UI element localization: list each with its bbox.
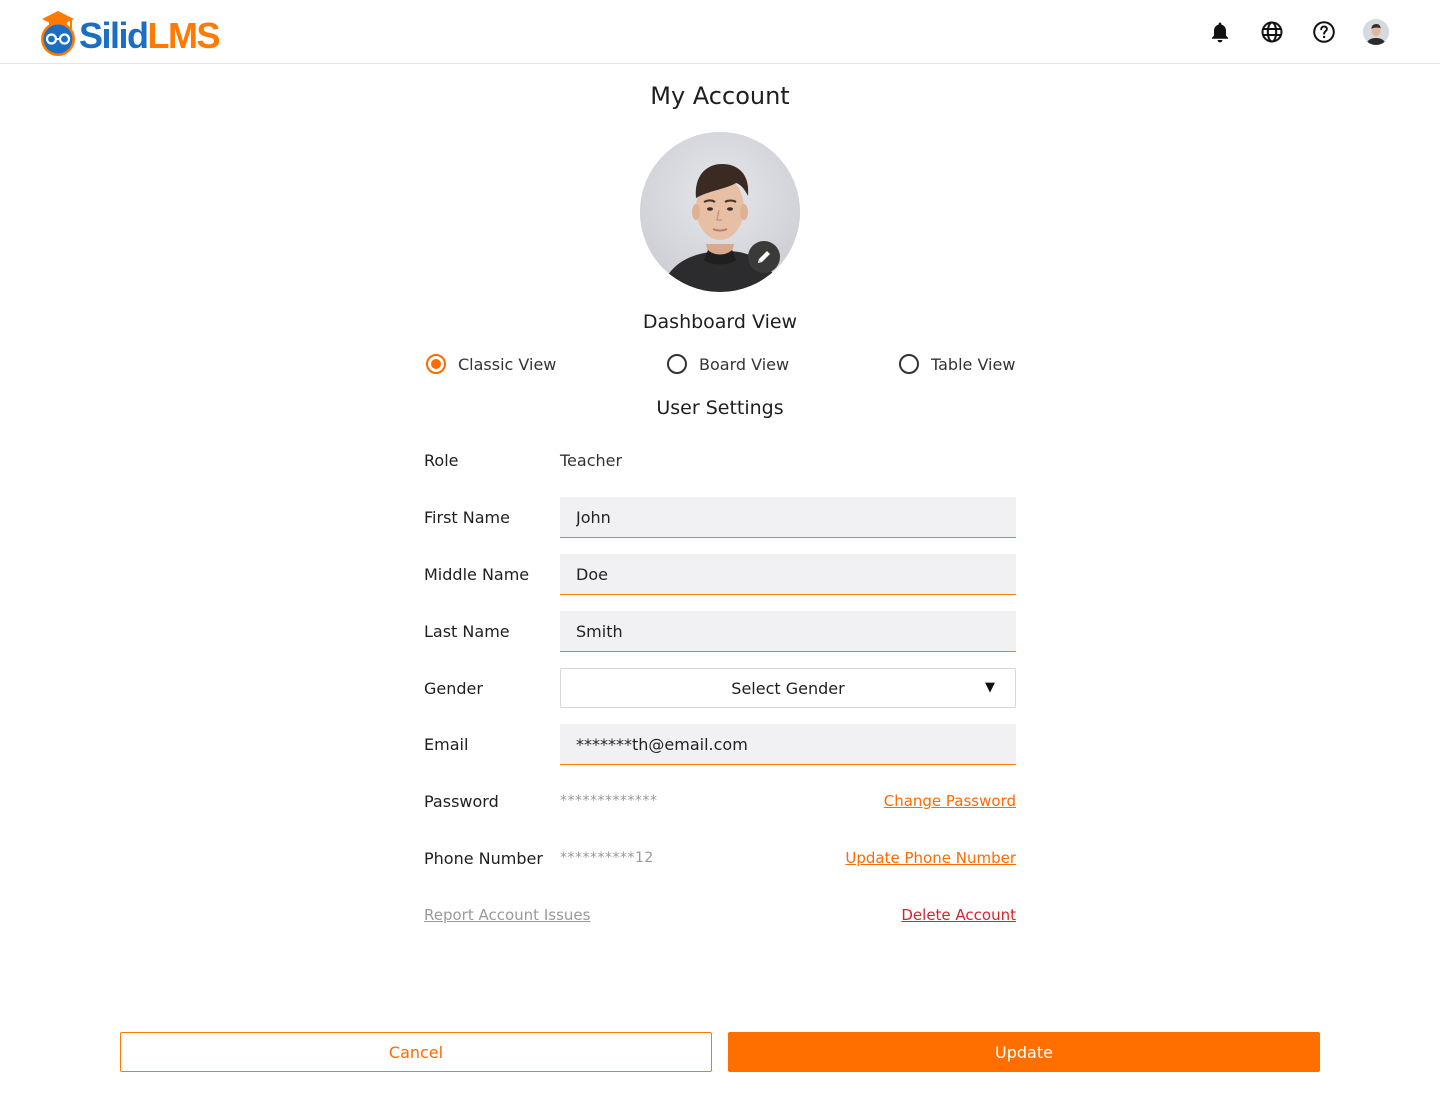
radio-classic-view[interactable]: Classic View: [426, 354, 556, 374]
phone-number-label: Phone Number: [424, 849, 543, 868]
change-password-link[interactable]: Change Password: [884, 792, 1016, 810]
radio-label: Board View: [699, 354, 790, 374]
email-input[interactable]: [560, 724, 1016, 765]
update-phone-number-link[interactable]: Update Phone Number: [845, 849, 1016, 867]
first-name-label: First Name: [424, 508, 510, 527]
radio-unchecked-icon: [667, 354, 687, 374]
page-title: My Account: [650, 82, 790, 110]
radio-table-view[interactable]: Table View: [899, 354, 1015, 374]
header-actions: [1206, 18, 1390, 46]
logo-text: SilidLMS: [79, 12, 221, 56]
help-icon[interactable]: [1310, 18, 1338, 46]
caret-down-icon: ▼: [985, 680, 995, 695]
logo-text-lms: LMS: [147, 15, 221, 56]
logo-text-silid: Silid: [79, 15, 149, 56]
dashboard-view-title: Dashboard View: [642, 311, 798, 333]
middle-name-label: Middle Name: [424, 565, 530, 584]
delete-account-link[interactable]: Delete Account: [901, 906, 1016, 924]
user-settings-title: User Settings: [656, 397, 784, 419]
email-label: Email: [424, 735, 469, 754]
role-label: Role: [424, 451, 459, 470]
bell-icon[interactable]: [1206, 18, 1234, 46]
last-name-label: Last Name: [424, 622, 510, 641]
gender-select-value: Select Gender: [731, 678, 845, 698]
radio-unchecked-icon: [899, 354, 919, 374]
report-account-issues-link[interactable]: Report Account Issues: [424, 906, 590, 924]
gender-select[interactable]: Select Gender ▼: [560, 668, 1016, 708]
role-value: Teacher: [560, 451, 623, 470]
middle-name-input[interactable]: [560, 554, 1016, 595]
logo-mark-icon: [38, 9, 78, 57]
last-name-input[interactable]: [560, 611, 1016, 652]
password-label: Password: [424, 792, 499, 811]
pencil-icon: [758, 251, 770, 263]
globe-icon[interactable]: [1258, 18, 1286, 46]
radio-board-view[interactable]: Board View: [667, 354, 789, 374]
first-name-input[interactable]: [560, 497, 1016, 538]
user-avatar-button[interactable]: [1362, 18, 1390, 46]
edit-photo-button[interactable]: [748, 241, 780, 273]
logo[interactable]: SilidLMS: [38, 8, 221, 58]
cancel-button[interactable]: Cancel: [120, 1032, 712, 1072]
dashboard-view-options: Classic View Board View Table View: [424, 354, 1016, 380]
radio-label: Table View: [931, 354, 1016, 374]
phone-number-value: **********12: [560, 850, 654, 866]
update-button[interactable]: Update: [728, 1032, 1320, 1072]
radio-label: Classic View: [458, 354, 557, 374]
radio-checked-icon: [426, 354, 446, 374]
avatar: [1363, 19, 1389, 45]
gender-label: Gender: [424, 679, 483, 698]
profile-photo: [640, 132, 800, 292]
top-header: SilidLMS: [0, 0, 1440, 64]
password-value: *************: [560, 793, 658, 809]
